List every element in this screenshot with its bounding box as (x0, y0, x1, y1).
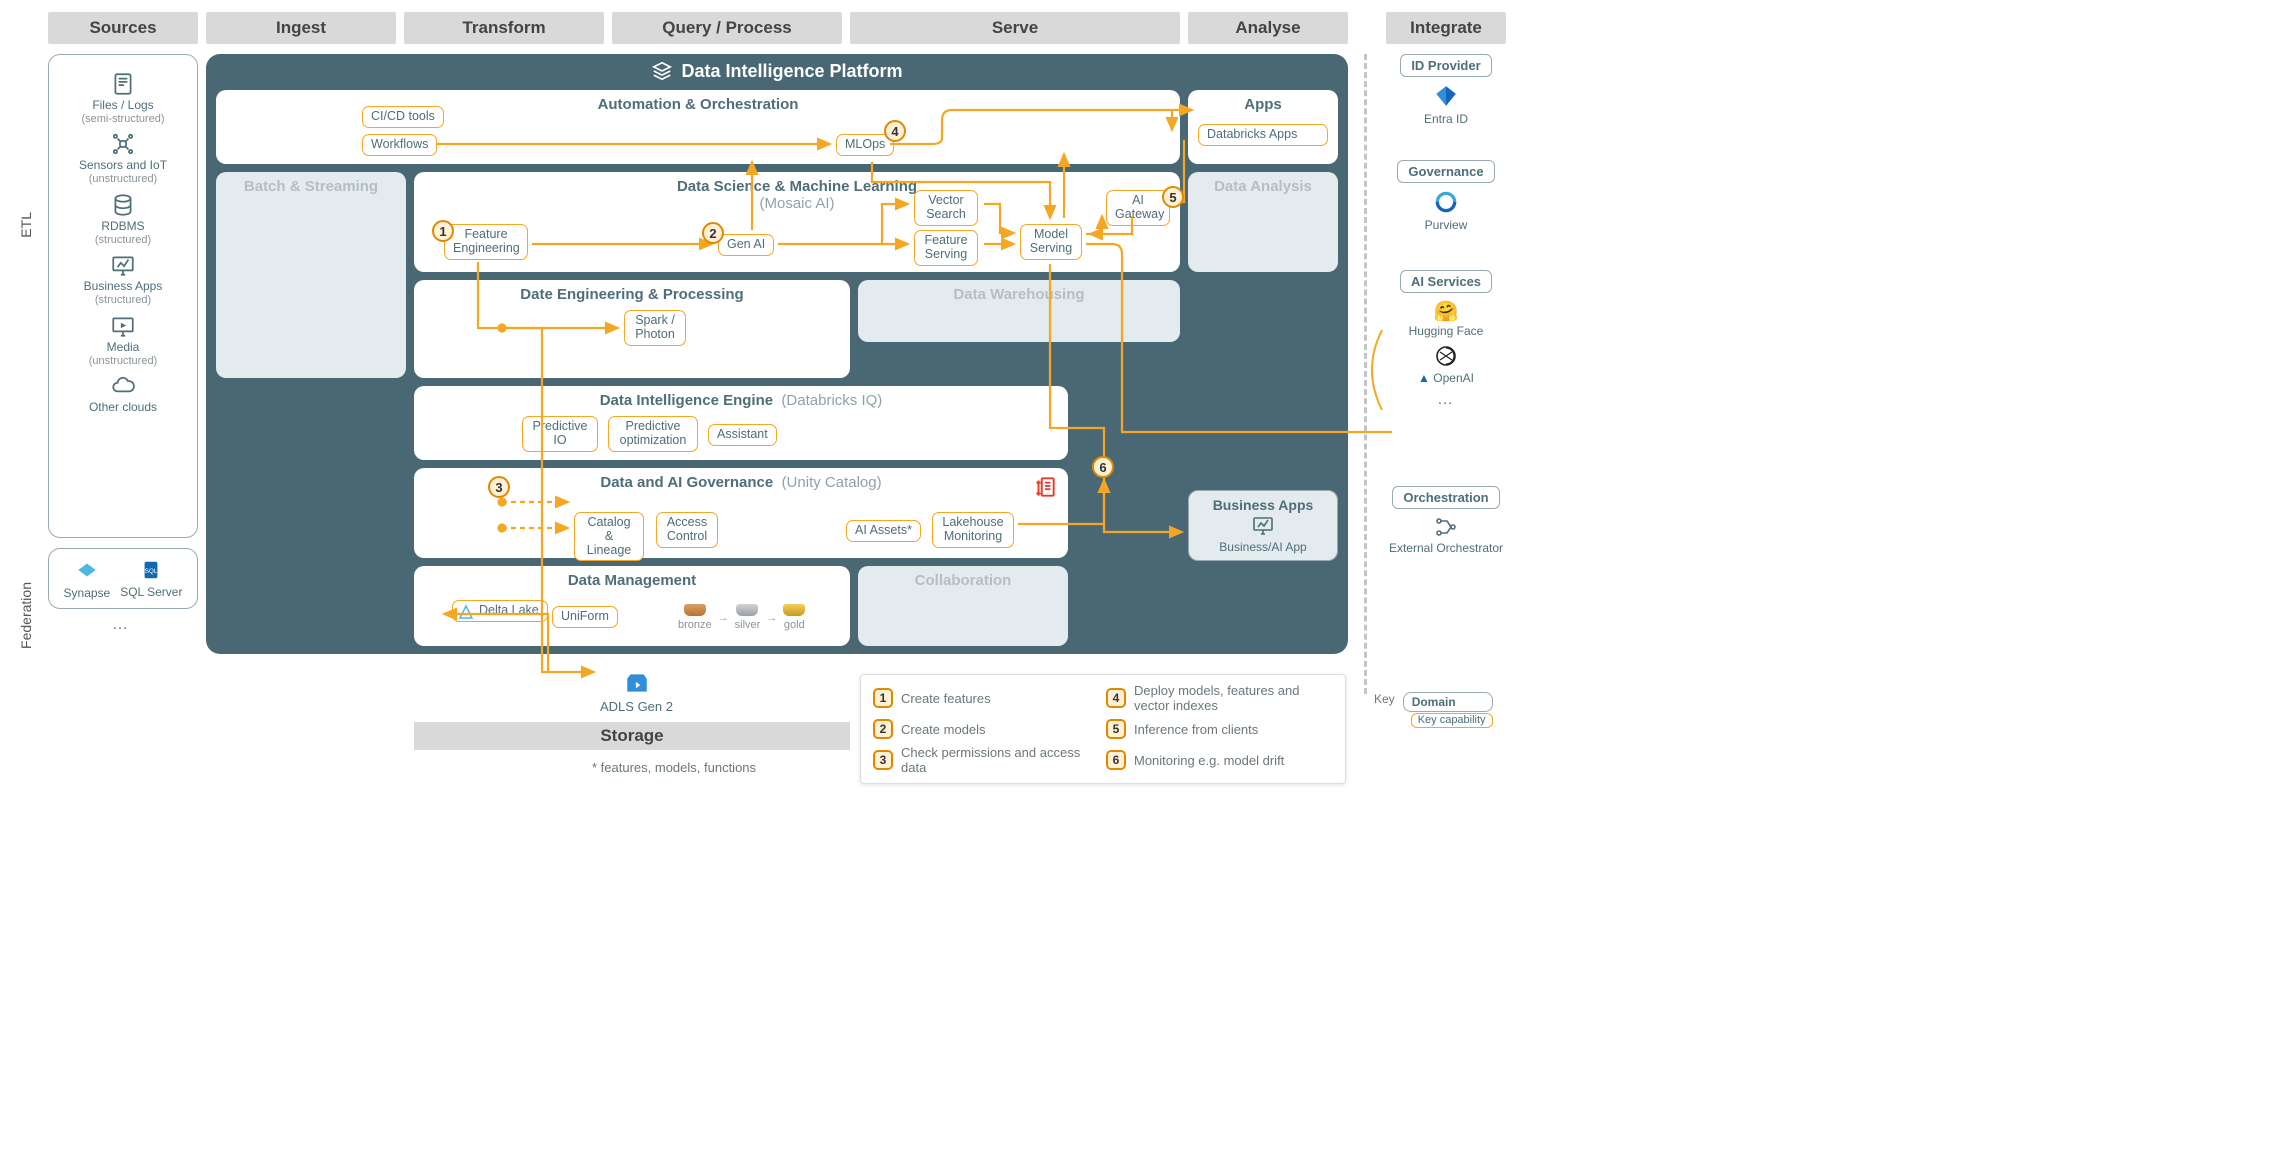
domain-dw: Data Warehousing (858, 280, 1180, 342)
src-other: Other clouds (55, 373, 191, 415)
integrate-ai: AI Services 🤗 Hugging Face ▲ OpenAI … (1386, 270, 1506, 409)
col-integrate: Integrate (1386, 12, 1506, 44)
col-query: Query / Process (612, 12, 842, 44)
cap-lh-mon: Lakehouse Monitoring (932, 512, 1014, 548)
openai-icon (1434, 344, 1458, 368)
svg-text:SQL: SQL (145, 568, 158, 575)
integrate-orch: Orchestration External Orchestrator (1386, 486, 1506, 555)
domain-die: Data Intelligence Engine (Databricks IQ) (414, 386, 1068, 460)
key-box: Key Domain Key capability (1374, 692, 1493, 728)
purview-icon (1433, 189, 1459, 215)
cap-vector: Vector Search (914, 190, 978, 226)
col-transform: Transform (404, 12, 604, 44)
src-media: Media(unstructured) (55, 313, 191, 367)
src-bizapps: Business Apps(structured) (55, 252, 191, 306)
col-ingest: Ingest (206, 12, 396, 44)
src-files: Files / Logs(semi-structured) (55, 71, 191, 125)
num-4: 4 (884, 120, 906, 142)
medallion: bronze → silver → gold (678, 604, 805, 631)
cap-apps: Databricks Apps (1198, 124, 1328, 146)
col-sources: Sources (48, 12, 198, 44)
cap-spark: Spark / Photon (624, 310, 686, 346)
sources-panel: Files / Logs(semi-structured) Sensors an… (48, 54, 198, 538)
cap-uniform: UniForm (552, 606, 618, 628)
business-apps-panel: Business Apps Business/AI App (1188, 490, 1338, 561)
col-serve: Serve (850, 12, 1180, 44)
cap-feat-serv: Feature Serving (914, 230, 978, 266)
domain-automation: Automation & Orchestration (216, 90, 1180, 164)
cap-ai-gw: AI Gateway (1106, 190, 1170, 226)
cap-ai-assets: AI Assets* (846, 520, 921, 542)
hf-icon: 🤗 (1386, 299, 1506, 324)
divider (1364, 54, 1367, 694)
cap-catalog: Catalog & Lineage (574, 512, 644, 561)
cap-access: Access Control (656, 512, 718, 548)
cap-pred-opt: Predictive optimization (608, 416, 698, 452)
cap-workflows: Workflows (362, 134, 437, 156)
integrate-id: ID Provider Entra ID (1386, 54, 1506, 126)
domain-batch: Batch & Streaming (216, 172, 406, 378)
label-federation: Federation (18, 582, 34, 649)
monitor-icon (1249, 513, 1277, 537)
cap-assistant: Assistant (708, 424, 777, 446)
adls-icon (622, 670, 652, 696)
cap-cicd: CI/CD tools (362, 106, 444, 128)
domain-collab: Collaboration (858, 566, 1068, 646)
federation-panel: Synapse SQL SQL Server (48, 548, 198, 609)
platform-title: Data Intelligence Platform (681, 61, 902, 82)
fed-synapse: Synapse (64, 557, 111, 600)
cap-delta: Delta Lake (452, 600, 548, 622)
storage-bar: Storage (414, 722, 850, 750)
cap-model-serv: Model Serving (1020, 224, 1082, 260)
storage-adls: ADLS Gen 2 (600, 670, 673, 714)
num-2: 2 (702, 222, 724, 244)
integrate-gov: Governance Purview (1386, 160, 1506, 232)
num-6: 6 (1092, 456, 1114, 478)
domain-analysis: Data Analysis (1188, 172, 1338, 272)
delta-icon (458, 604, 474, 620)
federation-more: … (112, 616, 130, 634)
catalog-icon (1032, 474, 1058, 500)
col-analyse: Analyse (1188, 12, 1348, 44)
layers-icon (651, 60, 673, 82)
footnote: * features, models, functions (592, 760, 756, 775)
legend: 1Create features 4Deploy models, feature… (860, 674, 1346, 784)
orch-icon (1432, 515, 1460, 539)
num-5: 5 (1162, 186, 1184, 208)
cap-feat-eng: Feature Engineering (444, 224, 528, 260)
cap-pred-io: Predictive IO (522, 416, 598, 452)
num-3: 3 (488, 476, 510, 498)
num-1: 1 (432, 220, 454, 242)
label-etl: ETL (18, 212, 34, 238)
src-rdbms: RDBMS(structured) (55, 192, 191, 246)
entra-icon (1433, 83, 1459, 109)
cap-genai: Gen AI (718, 234, 774, 256)
src-iot: Sensors and IoT(unstructured) (55, 131, 191, 185)
fed-sqlserver: SQL SQL Server (120, 557, 182, 599)
